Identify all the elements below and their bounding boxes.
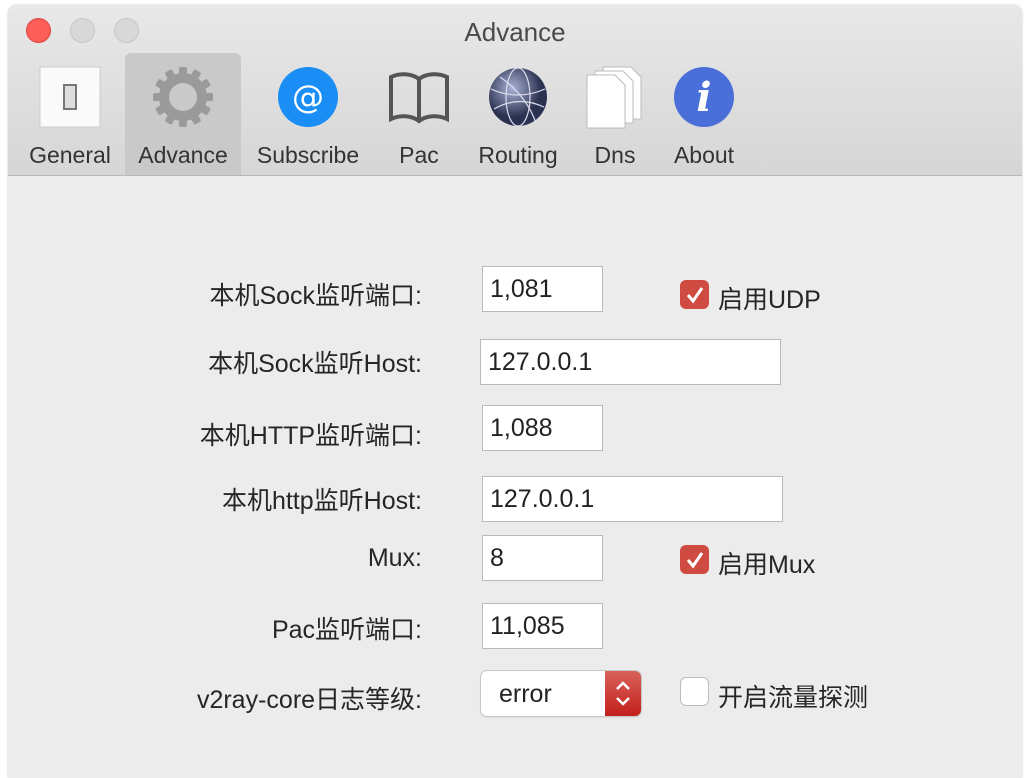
chevron-up-down-icon [605,671,641,716]
svg-text:i: i [696,74,711,121]
enable-mux-label: 启用Mux [718,551,816,579]
mux-label: Mux: [367,544,422,572]
window-title: Advance [464,17,566,47]
tab-pac[interactable]: Pac [378,53,460,175]
book-icon [387,65,451,129]
mux-input[interactable]: 8 [482,535,603,581]
pac-port-input[interactable]: 11,085 [482,603,603,649]
sock-port-input[interactable]: 1,081 [482,266,603,312]
traffic-detect-checkbox[interactable] [680,677,709,706]
globe-icon [486,65,550,129]
http-host-input[interactable]: 127.0.0.1 [482,476,783,522]
documents-icon [583,65,647,129]
toolbar: Advance General Advance @ Subscribe Pac … [8,5,1022,176]
tab-about[interactable]: i About [662,53,746,175]
enable-udp-label: 启用UDP [718,286,821,314]
info-icon: i [672,65,736,129]
log-level-select[interactable]: error [481,671,641,716]
enable-mux-checkbox[interactable] [680,545,709,574]
switch-icon [38,65,102,129]
tab-advance[interactable]: Advance [125,53,241,175]
gear-icon [151,65,215,129]
sock-port-label: 本机Sock监听端口: [209,282,422,310]
pac-port-label: Pac监听端口: [271,616,422,644]
http-port-input[interactable]: 1,088 [482,405,603,451]
enable-udp-checkbox[interactable] [680,280,709,309]
at-sign-icon: @ [276,65,340,129]
sock-host-input[interactable]: 127.0.0.1 [480,339,781,385]
http-host-label: 本机http监听Host: [221,487,422,515]
tab-routing[interactable]: Routing [468,53,568,175]
tab-subscribe[interactable]: @ Subscribe [248,53,368,175]
log-level-value: error [499,680,552,708]
svg-text:@: @ [292,78,324,116]
traffic-detect-label: 开启流量探测 [718,684,869,712]
preferences-window: Advance General Advance @ Subscribe Pac … [8,5,1022,778]
sock-host-label: 本机Sock监听Host: [208,350,422,378]
tab-general[interactable]: General [22,53,118,175]
tab-dns[interactable]: Dns [576,53,654,175]
http-port-label: 本机HTTP监听端口: [199,422,422,450]
log-level-label: v2ray-core日志等级: [196,686,422,714]
